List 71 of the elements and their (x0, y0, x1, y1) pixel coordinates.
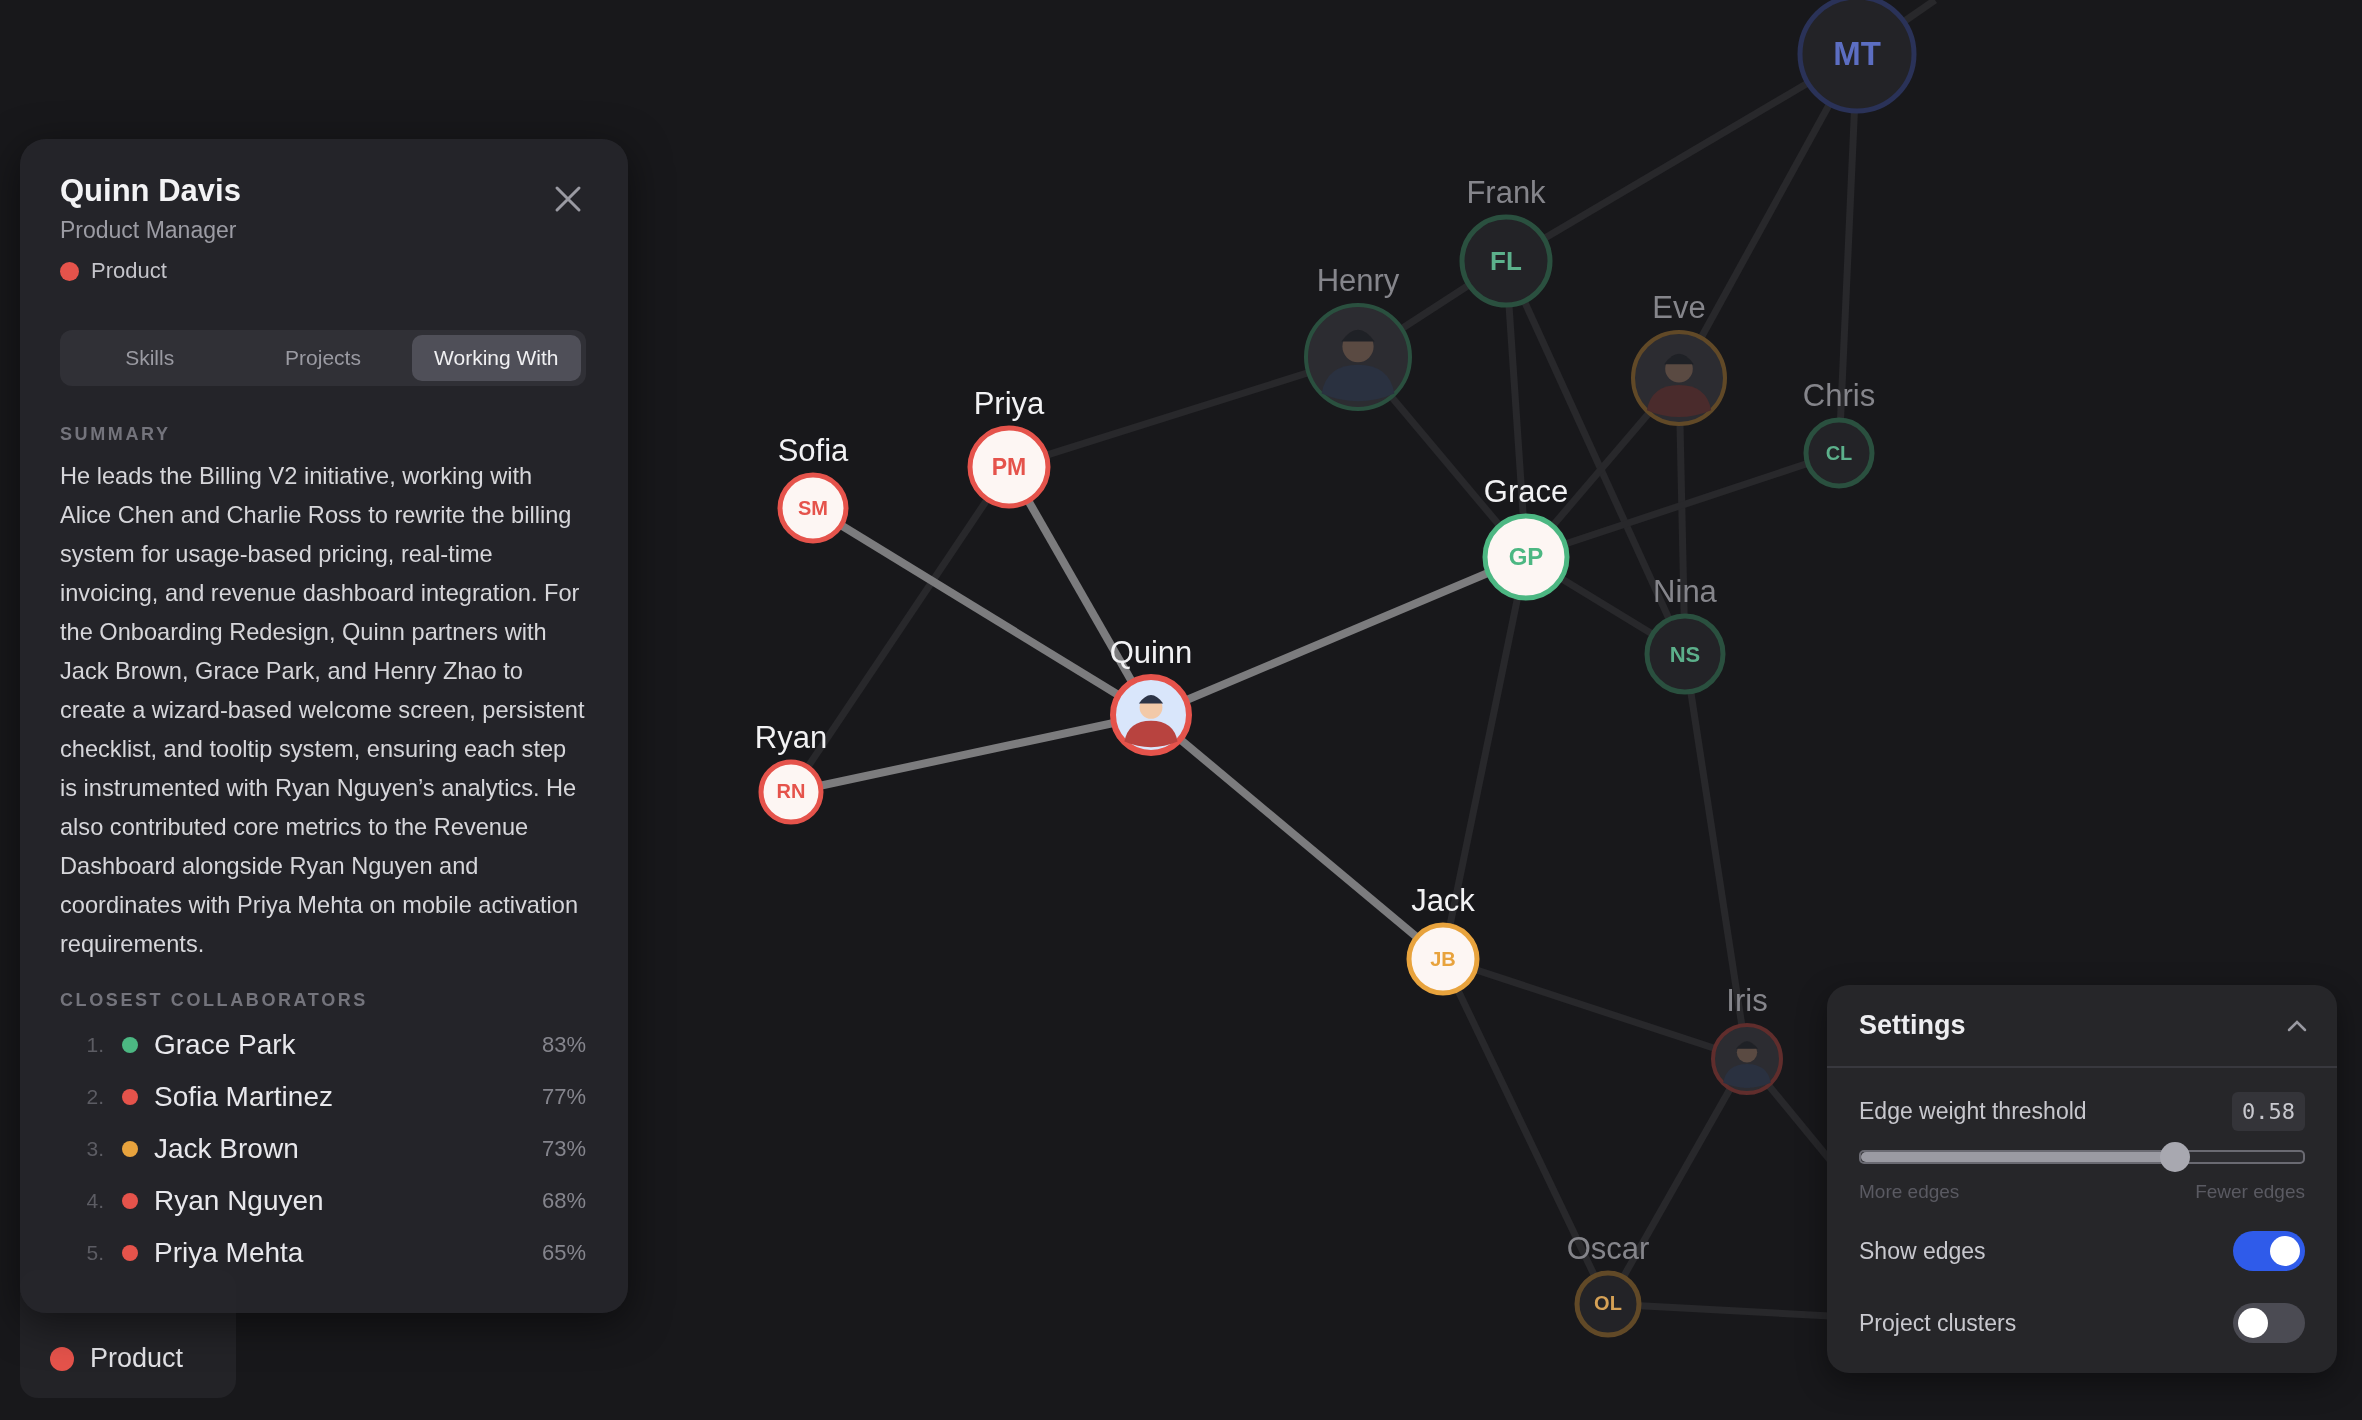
setting-label: Project clusters (1859, 1309, 2017, 1337)
collaborator-name: Grace Park (154, 1029, 297, 1061)
rank-number: 3. (85, 1137, 105, 1161)
node-name: Sofia (777, 433, 849, 468)
chevron-up-icon[interactable] (2287, 1019, 2307, 1032)
slider-thumb[interactable] (2159, 1142, 2190, 1172)
node-initials: GP (1508, 543, 1544, 571)
slider-min-label: More edges (1859, 1181, 1960, 1203)
settings-title: Settings (1859, 1010, 1966, 1041)
setting-label: Show edges (1859, 1237, 1986, 1265)
toggle-switch[interactable] (2233, 1231, 2305, 1271)
node-circle[interactable] (1482, 513, 1570, 601)
collaboration-score: 73% (541, 1136, 586, 1162)
collaboration-score: 68% (541, 1188, 586, 1214)
collaborator-name: Sofia Martinez (154, 1081, 334, 1113)
team-label: Product (91, 258, 167, 284)
close-icon (554, 185, 582, 213)
node-initials: JB (1430, 947, 1456, 970)
node-circle[interactable] (1574, 1270, 1642, 1338)
node-name: Eve (1652, 290, 1706, 325)
person-role: Product Manager (60, 217, 238, 244)
collaboration-score: 77% (541, 1084, 586, 1110)
node-circle[interactable] (758, 759, 824, 825)
node-circle[interactable] (777, 472, 849, 544)
node-circle[interactable] (1459, 214, 1553, 308)
slider-max-label: Fewer edges (2195, 1181, 2305, 1203)
collaborator-name: Priya Mehta (154, 1237, 305, 1269)
node-name: Quinn (1109, 635, 1193, 670)
collaborator-name: Jack Brown (154, 1133, 300, 1165)
node-circle[interactable] (1803, 417, 1875, 489)
node-name: Priya (973, 386, 1045, 421)
rank-number: 5. (85, 1241, 105, 1265)
threshold-value: 0.58 (2232, 1092, 2305, 1131)
node-initials: PM (991, 453, 1027, 480)
node-name: Nina (1653, 574, 1717, 609)
rank-number: 1. (85, 1033, 105, 1057)
node-name: Chris (1802, 378, 1876, 413)
setting-label: Edge weight threshold (1859, 1098, 2087, 1125)
tab[interactable]: Skills (65, 335, 235, 381)
collaboration-score: 65% (541, 1240, 586, 1266)
node-name: Grace (1483, 474, 1569, 509)
node-name: Ryan (754, 720, 828, 755)
section-heading: CLOSEST COLLABORATORS (60, 990, 369, 1011)
threshold-slider[interactable] (1859, 1141, 2305, 1173)
summary-text: He leads the Billing V2 initiative, working with Alice Chen and Charlie Ross to rewrite the billing system for usage-based pricing, real-time invoicing, and revenue dashboard integration. For the Onboarding Redesign, Quinn partners with Jack Brown, Grace Park, and Henry Zhao to create a wizard-based welcome screen, persistent checklist, and tooltip system, ensuring each step is instrumented with Ryan Nguyen’s analytics. He also contributed core metrics to the Revenue Dashboard alongside Ryan Nguyen and coordinates with Priya Mehta on mobile activation requirements. (60, 462, 586, 959)
node-initials: MT (1833, 35, 1881, 73)
tab[interactable]: Projects (238, 335, 408, 381)
node-name: Iris (1726, 983, 1768, 1018)
node-circle[interactable] (967, 425, 1051, 509)
person-avatar-icon[interactable] (1110, 674, 1192, 756)
tab[interactable]: Working With (411, 335, 581, 381)
node-name: Frank (1466, 175, 1546, 210)
collaborator-name: Ryan Nguyen (154, 1185, 325, 1217)
legend-label: Product (90, 1343, 184, 1374)
node-name: Henry (1316, 263, 1400, 298)
rank-number: 4. (85, 1189, 105, 1213)
person-name: Quinn Davis (60, 173, 241, 209)
node-circle[interactable] (1406, 922, 1480, 996)
node-initials: OL (1594, 1292, 1622, 1315)
node-circle[interactable] (1644, 613, 1726, 695)
node-initials: CL (1825, 441, 1853, 464)
node-name: Oscar (1566, 1231, 1650, 1266)
rank-number: 2. (85, 1085, 105, 1109)
node-initials: RN (776, 780, 806, 802)
section-heading: SUMMARY (60, 424, 172, 445)
node-name: Jack (1411, 883, 1475, 918)
node-initials: SM (798, 496, 828, 519)
toggle-switch[interactable] (2233, 1303, 2305, 1343)
node-initials: FL (1490, 245, 1522, 276)
collaboration-score: 83% (541, 1032, 586, 1058)
node-initials: NS (1669, 641, 1701, 667)
